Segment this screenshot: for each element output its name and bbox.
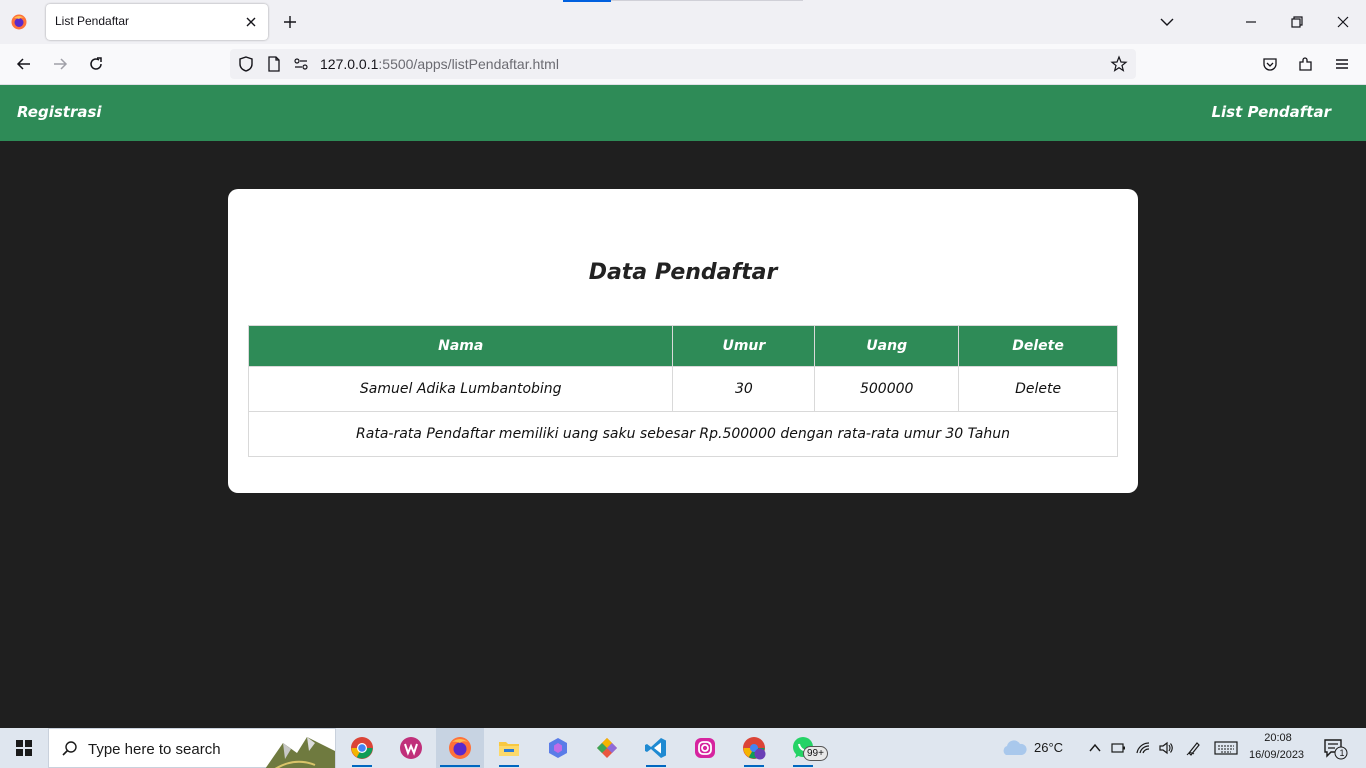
show-hidden-icons-chevron-icon[interactable]	[1087, 740, 1103, 756]
weather-cloud-icon[interactable]	[1000, 738, 1028, 758]
site-header: Registrasi List Pendaftar	[0, 85, 1366, 141]
summary-text: Rata-rata Pendaftar memiliki uang saku s…	[248, 411, 1118, 457]
taskbar-chrome[interactable]	[338, 728, 386, 768]
file-explorer-icon	[499, 742, 519, 756]
cell-umur: 30	[672, 366, 816, 412]
wifi-icon[interactable]	[1135, 740, 1151, 756]
clock-date[interactable]: 16/09/2023	[1249, 749, 1304, 761]
taskbar-chrome-profile[interactable]	[730, 728, 778, 768]
instagram-icon	[695, 738, 715, 758]
pendaftar-table: Nama Umur Uang Delete Samuel Adika Lumba…	[247, 325, 1118, 457]
bookmark-star-icon[interactable]	[1110, 55, 1128, 73]
taskbar-whatsapp[interactable]: 99+	[779, 728, 828, 768]
clock-time[interactable]: 20:08	[1263, 732, 1293, 744]
taskbar-file-explorer[interactable]	[485, 728, 533, 768]
nav-link-registrasi[interactable]: Registrasi	[17, 103, 102, 121]
taskbar-wps-office[interactable]	[387, 728, 435, 768]
running-indicator	[352, 765, 372, 767]
new-tab-plus-icon[interactable]	[281, 13, 299, 31]
page-title: Data Pendaftar	[588, 260, 778, 285]
table-row: Samuel Adika Lumbantobing 30 500000 Dele…	[247, 366, 1118, 412]
search-placeholder: Type here to search	[88, 741, 221, 758]
chrome-icon	[351, 737, 373, 759]
restore-window-icon[interactable]	[1288, 13, 1306, 31]
url-text[interactable]: 127.0.0.1:5500/apps/listPendaftar.html	[320, 56, 559, 72]
search-icon	[62, 741, 77, 756]
address-bar[interactable]: 127.0.0.1:5500/apps/listPendaftar.html	[230, 49, 1136, 79]
running-indicator	[499, 765, 519, 767]
taskbar-instagram[interactable]	[681, 728, 729, 768]
tab-title: List Pendaftar	[55, 14, 130, 28]
table-header-row: Nama Umur Uang Delete	[247, 325, 1118, 367]
wps-office-icon	[400, 737, 422, 759]
windows-start-icon[interactable]	[0, 728, 48, 768]
running-indicator	[646, 765, 666, 767]
whatsapp-badge: 99+	[803, 746, 828, 761]
tab-list-pendaftar[interactable]: List Pendaftar	[46, 4, 268, 40]
extensions-puzzle-icon[interactable]	[1297, 55, 1315, 73]
tracking-shield-icon[interactable]	[237, 55, 255, 73]
browser-tab-bar: List Pendaftar	[0, 0, 1366, 44]
url-path: :5500/apps/listPendaftar.html	[378, 56, 559, 72]
vscode-icon	[645, 738, 666, 758]
firefox-icon	[449, 737, 471, 759]
taskbar-vscode[interactable]	[632, 728, 680, 768]
weather-temperature[interactable]: 26°C	[1034, 740, 1063, 755]
taskbar-firefox[interactable]	[436, 728, 484, 768]
forward-arrow-icon[interactable]	[51, 55, 69, 73]
url-host: 127.0.0.1	[320, 56, 379, 72]
header-uang: Uang	[814, 325, 960, 367]
battery-plug-icon[interactable]	[1110, 740, 1126, 756]
pocket-icon[interactable]	[1261, 55, 1279, 73]
tab-strip-line	[611, 0, 803, 1]
list-all-tabs-chevron-icon[interactable]	[1158, 13, 1176, 31]
nav-link-list-pendaftar[interactable]: List Pendaftar	[1211, 103, 1331, 121]
close-tab-icon[interactable]	[244, 15, 258, 29]
page-info-icon[interactable]	[265, 55, 283, 73]
running-indicator	[793, 765, 813, 767]
cell-uang: 500000	[814, 366, 960, 412]
active-indicator	[440, 765, 480, 767]
delete-button[interactable]: Delete	[1015, 381, 1061, 397]
volume-speaker-icon[interactable]	[1158, 740, 1174, 756]
header-nama: Nama	[247, 325, 674, 367]
touch-keyboard-icon[interactable]	[1214, 740, 1238, 756]
cell-nama: Samuel Adika Lumbantobing	[247, 366, 674, 412]
reload-icon[interactable]	[87, 55, 105, 73]
taskbar-git[interactable]	[583, 728, 631, 768]
browser-nav-bar: 127.0.0.1:5500/apps/listPendaftar.html	[0, 44, 1366, 85]
back-arrow-icon[interactable]	[15, 55, 33, 73]
pen-workspace-icon[interactable]	[1186, 740, 1202, 756]
header-umur: Umur	[672, 325, 816, 367]
notification-count: 1	[1339, 748, 1345, 758]
close-window-icon[interactable]	[1334, 13, 1352, 31]
taskbar: Type here to search 99+ 26°C 20:08 16/09…	[0, 728, 1366, 768]
summary-row: Rata-rata Pendaftar memiliki uang saku s…	[248, 411, 1118, 457]
taskbar-copilot[interactable]	[534, 728, 582, 768]
data-card: Data Pendaftar Nama Umur Uang Delete Sam…	[228, 189, 1138, 493]
chrome-profile-icon	[743, 737, 766, 760]
hamburger-menu-icon[interactable]	[1333, 55, 1351, 73]
git-icon	[597, 738, 617, 758]
firefox-menu-icon[interactable]	[11, 14, 27, 30]
search-highlight-illustration-icon[interactable]	[255, 729, 335, 768]
tab-loading-indicator	[563, 0, 611, 2]
minimize-window-icon[interactable]	[1242, 13, 1260, 31]
taskbar-search-box[interactable]: Type here to search	[48, 728, 336, 768]
cell-delete: Delete	[958, 366, 1118, 412]
running-indicator	[744, 765, 764, 767]
header-delete: Delete	[958, 325, 1118, 367]
permissions-icon[interactable]	[292, 55, 310, 73]
copilot-icon	[549, 738, 567, 758]
